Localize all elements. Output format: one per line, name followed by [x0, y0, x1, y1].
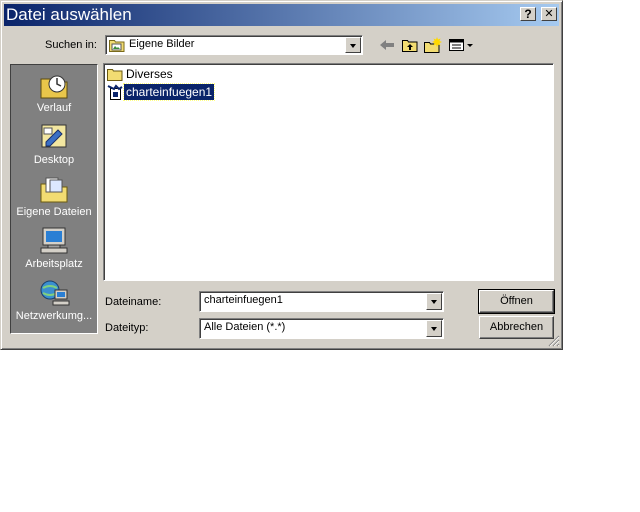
filename-combo[interactable]: charteinfuegen1: [199, 291, 444, 312]
view-menu-icon[interactable]: [447, 36, 475, 54]
place-label: Eigene Dateien: [16, 206, 92, 218]
place-history[interactable]: Verlauf: [11, 70, 97, 120]
filetype-combo[interactable]: Alle Dateien (*.*): [199, 318, 444, 339]
help-button[interactable]: ?: [520, 7, 536, 21]
my-documents-icon: [40, 177, 68, 203]
new-folder-icon[interactable]: [423, 36, 443, 54]
filetype-value: Alle Dateien (*.*): [204, 321, 286, 333]
back-arrow-icon[interactable]: [377, 36, 397, 54]
place-label: Netzwerkumg...: [15, 310, 93, 322]
close-button[interactable]: ✕: [541, 7, 557, 21]
place-desktop[interactable]: Desktop: [11, 122, 97, 172]
look-in-dropdown-button[interactable]: [345, 37, 361, 53]
place-label: Desktop: [33, 154, 75, 166]
filename-label: Dateiname:: [105, 296, 162, 308]
filename-value: charteinfuegen1: [204, 294, 283, 306]
my-computer-icon: [40, 227, 68, 254]
place-my-computer[interactable]: Arbeitsplatz: [11, 226, 97, 276]
place-network[interactable]: Netzwerkumg...: [11, 278, 97, 328]
file-icon: [107, 84, 123, 100]
window-title: Datei auswählen: [6, 5, 132, 24]
resize-grip-icon[interactable]: [548, 335, 560, 347]
network-icon: [40, 280, 70, 306]
look-in-label: Suchen in:: [45, 39, 97, 51]
look-in-value: Eigene Bilder: [129, 38, 195, 50]
file-name: Diverses: [126, 67, 173, 81]
title-bar[interactable]: Datei auswählen ? ✕: [4, 4, 559, 26]
folder-icon: [107, 69, 123, 81]
place-label: Verlauf: [36, 102, 72, 114]
file-name: charteinfuegen1: [122, 83, 216, 101]
up-folder-icon[interactable]: [400, 36, 420, 54]
place-label: Arbeitsplatz: [25, 258, 83, 270]
cancel-button[interactable]: Abbrechen: [479, 316, 554, 339]
filetype-dropdown-button[interactable]: [426, 320, 442, 337]
place-my-documents[interactable]: Eigene Dateien: [11, 174, 97, 224]
file-open-dialog: Datei auswählen ? ✕ Suchen in: Eigene Bi…: [0, 0, 563, 350]
desktop-icon: [41, 124, 67, 148]
places-bar: Verlauf Desktop Eigene Dateien Arbeitspl…: [10, 64, 98, 334]
open-button[interactable]: Öffnen: [478, 289, 555, 314]
look-in-combo[interactable]: Eigene Bilder: [105, 35, 363, 55]
history-icon: [40, 75, 68, 99]
filetype-label: Dateityp:: [105, 322, 149, 334]
folder-picture-icon: [109, 40, 125, 52]
filename-dropdown-button[interactable]: [426, 293, 442, 310]
file-list[interactable]: Diverses charteinfuegen1: [103, 63, 554, 281]
